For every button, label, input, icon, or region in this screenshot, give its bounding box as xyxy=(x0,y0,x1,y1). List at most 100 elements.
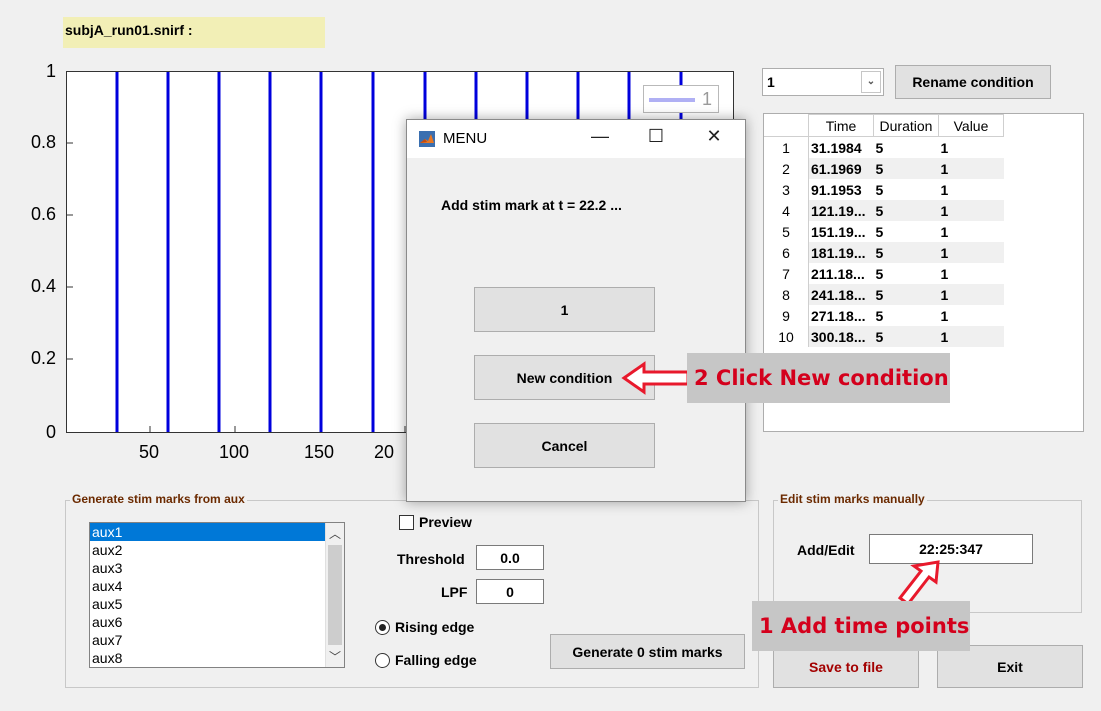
list-item[interactable]: aux8 xyxy=(90,649,326,667)
falling-edge-radio[interactable] xyxy=(375,653,390,668)
minimize-icon[interactable]: — xyxy=(585,126,615,147)
table-row[interactable]: 4 121.19... 5 1 xyxy=(764,200,1004,221)
maximize-icon[interactable]: ☐ xyxy=(641,126,671,147)
time-cell[interactable]: 61.1969 xyxy=(808,158,874,179)
table-row[interactable]: 6 181.19... 5 1 xyxy=(764,242,1004,263)
chevron-down-icon[interactable]: ⌄ xyxy=(861,71,881,93)
preview-checkbox[interactable] xyxy=(399,515,414,530)
cancel-button[interactable]: Cancel xyxy=(474,423,655,468)
row-number: 6 xyxy=(764,242,809,263)
preview-label: Preview xyxy=(419,514,472,530)
time-cell[interactable]: 181.19... xyxy=(808,242,874,263)
list-item[interactable]: aux5 xyxy=(90,595,326,613)
list-item[interactable]: aux3 xyxy=(90,559,326,577)
y-tick-label: 0.2 xyxy=(30,348,56,368)
aux-listbox[interactable]: aux1 aux2 aux3 aux4 aux5 aux6 aux7 aux8 ︿ ﹀ xyxy=(89,522,345,668)
value-cell[interactable]: 1 xyxy=(938,136,1004,158)
y-tick-label: 0.6 xyxy=(30,204,56,224)
list-item[interactable]: aux4 xyxy=(90,577,326,595)
legend-swatch xyxy=(649,98,695,102)
duration-cell[interactable]: 5 xyxy=(873,179,939,200)
listbox-scrollbar[interactable]: ︿ ﹀ xyxy=(325,523,344,667)
x-tick-label: 150 xyxy=(303,442,335,462)
table-row[interactable]: 3 91.1953 5 1 xyxy=(764,179,1004,200)
threshold-input[interactable]: 0.0 xyxy=(476,545,544,570)
condition-select[interactable]: 1 ⌄ xyxy=(762,68,884,96)
table-row[interactable]: 7 211.18... 5 1 xyxy=(764,263,1004,284)
duration-cell[interactable]: 5 xyxy=(873,221,939,242)
time-cell[interactable]: 151.19... xyxy=(808,221,874,242)
row-number: 8 xyxy=(764,284,809,305)
value-cell[interactable]: 1 xyxy=(938,305,1004,326)
y-tick-label: 0.8 xyxy=(30,132,56,152)
duration-cell[interactable]: 5 xyxy=(873,305,939,326)
time-cell[interactable]: 91.1953 xyxy=(808,179,874,200)
table-row[interactable]: 10 300.18... 5 1 xyxy=(764,326,1004,347)
value-cell[interactable]: 1 xyxy=(938,158,1004,179)
table-row[interactable]: 5 151.19... 5 1 xyxy=(764,221,1004,242)
y-tick-label: 0 xyxy=(45,422,56,442)
value-cell[interactable]: 1 xyxy=(938,221,1004,242)
generate-stim-marks-button[interactable]: Generate 0 stim marks xyxy=(550,634,745,669)
list-item[interactable]: aux2 xyxy=(90,541,326,559)
close-icon[interactable]: ✕ xyxy=(699,126,729,147)
time-cell[interactable]: 300.18... xyxy=(808,326,874,347)
time-cell[interactable]: 211.18... xyxy=(808,263,874,284)
lpf-input[interactable]: 0 xyxy=(476,579,544,604)
value-cell[interactable]: 1 xyxy=(938,326,1004,347)
table-row[interactable]: 2 61.1969 5 1 xyxy=(764,158,1004,179)
duration-cell[interactable]: 5 xyxy=(873,158,939,179)
add-edit-input[interactable]: 22:25:347 xyxy=(869,534,1033,564)
add-edit-label: Add/Edit xyxy=(797,542,855,558)
lpf-label: LPF xyxy=(441,584,468,600)
table-row[interactable]: 9 271.18... 5 1 xyxy=(764,305,1004,326)
duration-cell[interactable]: 5 xyxy=(873,284,939,305)
dialog-title: MENU xyxy=(443,130,488,147)
step2-callout: 2 Click New condition xyxy=(687,353,950,403)
list-item[interactable]: aux1 xyxy=(90,523,326,541)
duration-cell[interactable]: 5 xyxy=(873,200,939,221)
table-row[interactable]: 8 241.18... 5 1 xyxy=(764,284,1004,305)
rising-edge-radio[interactable] xyxy=(375,620,390,635)
table-header-value[interactable]: Value xyxy=(938,114,1004,137)
threshold-label: Threshold xyxy=(397,551,465,567)
duration-cell[interactable]: 5 xyxy=(873,263,939,284)
table-header-duration[interactable]: Duration xyxy=(873,114,939,137)
table-header-time[interactable]: Time xyxy=(808,114,874,137)
matlab-icon xyxy=(419,131,435,147)
time-cell[interactable]: 121.19... xyxy=(808,200,874,221)
dialog-message: Add stim mark at t = 22.2 ... xyxy=(441,197,622,213)
plot-legend: 1 xyxy=(643,85,719,113)
value-cell[interactable]: 1 xyxy=(938,242,1004,263)
scroll-thumb[interactable] xyxy=(328,545,342,645)
time-cell[interactable]: 241.18... xyxy=(808,284,874,305)
row-number: 9 xyxy=(764,305,809,326)
save-to-file-button[interactable]: Save to file xyxy=(773,645,919,688)
list-item[interactable]: aux6 xyxy=(90,613,326,631)
value-cell[interactable]: 1 xyxy=(938,200,1004,221)
value-cell[interactable]: 1 xyxy=(938,263,1004,284)
step1-callout: 1 Add time points xyxy=(752,601,970,651)
scroll-up-icon[interactable]: ︿ xyxy=(326,525,344,542)
exit-button[interactable]: Exit xyxy=(937,645,1083,688)
duration-cell[interactable]: 5 xyxy=(873,242,939,263)
duration-cell[interactable]: 5 xyxy=(873,326,939,347)
row-number: 3 xyxy=(764,179,809,200)
row-number: 7 xyxy=(764,263,809,284)
dialog-titlebar[interactable]: MENU — ☐ ✕ xyxy=(407,120,745,158)
table-row[interactable]: 1 31.1984 5 1 xyxy=(764,136,1004,158)
duration-cell[interactable]: 5 xyxy=(873,136,939,158)
time-cell[interactable]: 271.18... xyxy=(808,305,874,326)
rising-edge-label: Rising edge xyxy=(395,619,475,635)
aux-panel-title: Generate stim marks from aux xyxy=(70,492,247,506)
value-cell[interactable]: 1 xyxy=(938,284,1004,305)
condition-1-button[interactable]: 1 xyxy=(474,287,655,332)
scroll-down-icon[interactable]: ﹀ xyxy=(326,648,344,665)
time-cell[interactable]: 31.1984 xyxy=(808,136,874,158)
list-item[interactable]: aux7 xyxy=(90,631,326,649)
rename-condition-button[interactable]: Rename condition xyxy=(895,65,1051,99)
falling-edge-label: Falling edge xyxy=(395,652,477,668)
x-tick-label: 50 xyxy=(138,442,160,462)
stim-table-grid: Time Duration Value 1 31.1984 5 1 2 61.1969 5 1… xyxy=(764,114,1004,347)
value-cell[interactable]: 1 xyxy=(938,179,1004,200)
